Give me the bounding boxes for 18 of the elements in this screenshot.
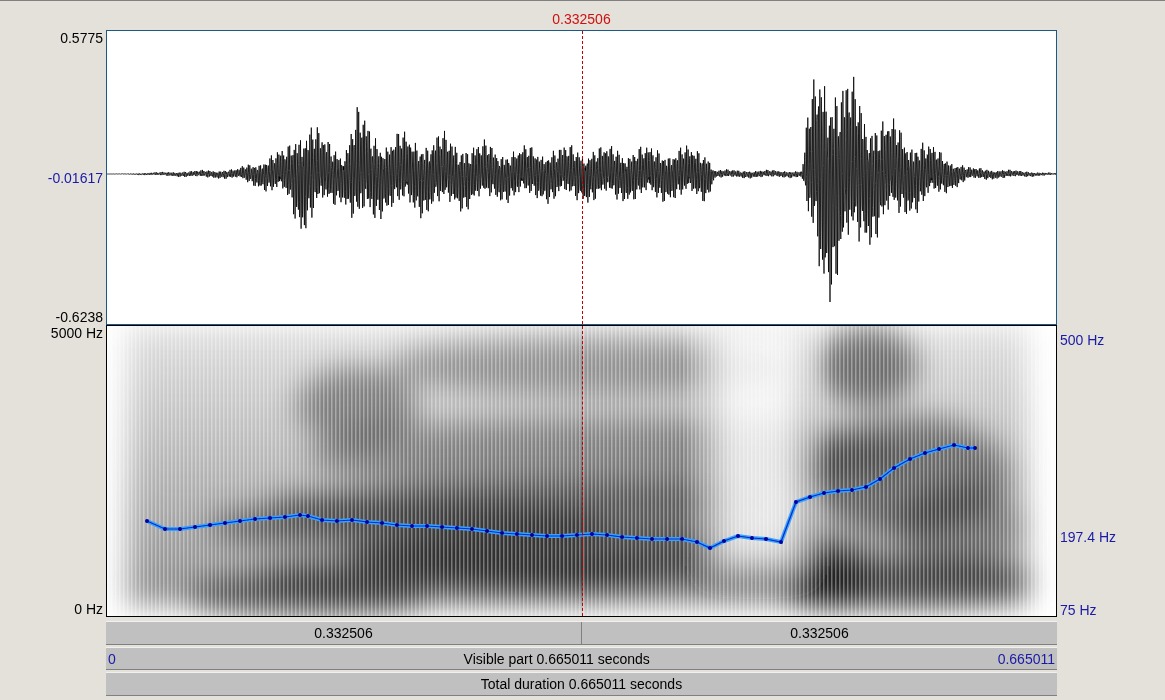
amplitude-max-label: 0.5775 (60, 30, 103, 46)
amplitude-cursor-label: -0.01617 (47, 169, 103, 186)
pitch-min-label: 75 Hz (1060, 602, 1097, 618)
cursor-time: 0.332506 (552, 11, 611, 27)
time-label: 0.332506 (790, 625, 849, 641)
total-duration-bar[interactable]: Total duration 0.665011 seconds (106, 672, 1057, 696)
frequency-max-label: 5000 Hz (50, 325, 103, 341)
start-time: 0 (108, 650, 116, 667)
amplitude-min-label: -0.6238 (55, 309, 103, 325)
frequency-min-label: 0 Hz (74, 601, 103, 617)
time-label: 0.332506 (314, 625, 373, 641)
total-duration-label: Total duration 0.665011 seconds (480, 676, 683, 692)
end-time: 0.665011 (997, 650, 1055, 667)
pitch-cursor-label: 197.4 Hz (1060, 529, 1117, 545)
visible-part-label: Visible part 0.665011 seconds (463, 650, 650, 667)
selection-bar[interactable]: 0.332506 0.332506 (106, 621, 1057, 645)
visible-part-bar[interactable]: 0 Visible part 0.665011 seconds 0.665011 (106, 647, 1057, 670)
pitch-max-label: 500 Hz (1060, 332, 1105, 348)
